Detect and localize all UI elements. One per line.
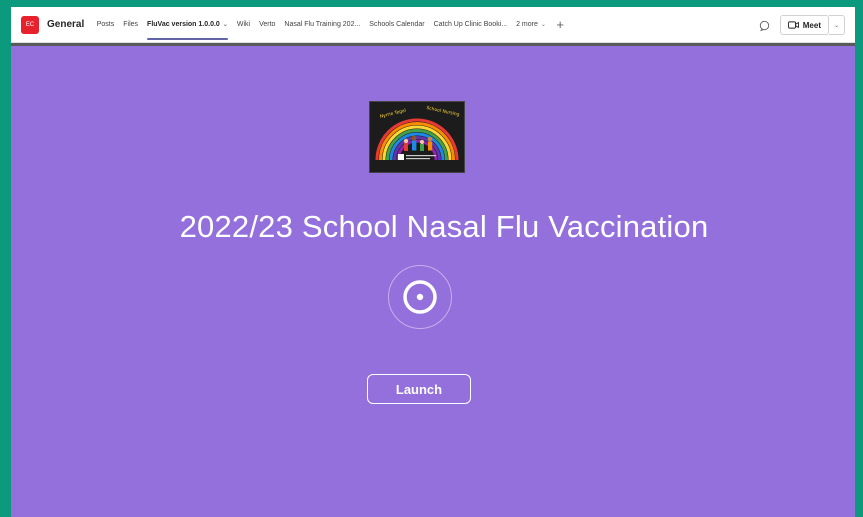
header-tools: Meet ⌄ — [758, 15, 845, 35]
meet-label: Meet — [802, 20, 821, 30]
tab-label: FluVac version 1.0.0.0 — [147, 21, 220, 28]
tab-posts[interactable]: Posts — [92, 7, 119, 43]
tab-label: Files — [123, 21, 139, 28]
tab-catch-up-clinic[interactable]: Catch Up Clinic Booki... — [429, 7, 512, 43]
meet-options-chevron-icon[interactable]: ⌄ — [829, 15, 845, 35]
meet-button[interactable]: Meet — [779, 15, 829, 35]
tab-label: Catch Up Clinic Booki... — [433, 21, 508, 28]
add-tab-icon[interactable]: + — [550, 7, 570, 43]
channel-header: EC General Posts Files FluVac version 1.… — [11, 7, 855, 43]
tab-files[interactable]: Files — [119, 7, 143, 43]
logo-text-right: School Nursing — [426, 105, 460, 118]
page-title: 2022/23 School Nasal Flu Vaccination — [179, 209, 709, 244]
chevron-down-icon[interactable]: ⌄ — [223, 21, 228, 28]
team-avatar[interactable]: EC — [21, 15, 39, 34]
tab-label: Nasal Flu Training 202... — [284, 21, 361, 28]
tab-label: Posts — [96, 21, 115, 28]
tab-wiki[interactable]: Wiki — [232, 7, 254, 43]
tab-more[interactable]: 2 more ⌄ — [512, 7, 551, 43]
app-content: Nyrrie Tegal School Nursing 2022/23 Scho… — [11, 46, 855, 517]
teams-window: EC General Posts Files FluVac version 1.… — [11, 7, 855, 517]
loading-spinner-icon — [388, 265, 452, 329]
chevron-down-icon: ⌄ — [540, 22, 546, 28]
tab-schools-calendar[interactable]: Schools Calendar — [365, 7, 429, 43]
tab-label: Schools Calendar — [369, 21, 425, 28]
tab-fluvac[interactable]: FluVac version 1.0.0.0 ⌄ — [143, 7, 233, 43]
tab-verto[interactable]: Verto — [255, 7, 280, 43]
tab-label: Wiki — [236, 21, 251, 28]
logo-text-left: Nyrrie Tegal — [379, 108, 406, 120]
tab-nasal-flu-training[interactable]: Nasal Flu Training 202... — [280, 7, 365, 43]
launch-button[interactable]: Launch — [367, 374, 471, 404]
school-nursing-logo: Nyrrie Tegal School Nursing — [369, 101, 465, 173]
video-camera-icon — [787, 21, 799, 29]
conversation-icon[interactable] — [758, 18, 772, 32]
channel-name: General — [47, 19, 85, 30]
tab-label: 2 more — [516, 21, 538, 28]
tab-label: Verto — [259, 21, 276, 28]
